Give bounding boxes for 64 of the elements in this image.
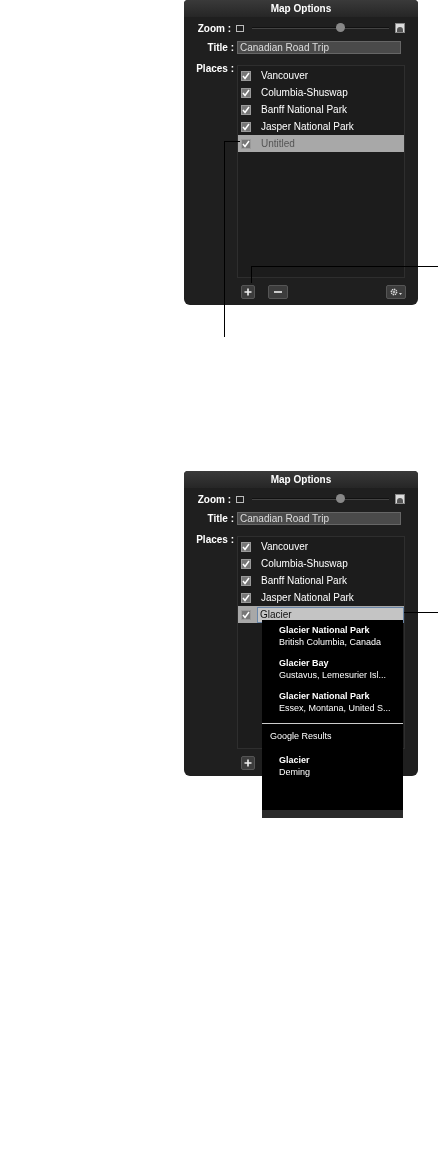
large-map-icon	[395, 494, 405, 504]
title-field[interactable]: Canadian Road Trip	[237, 512, 401, 525]
checkbox[interactable]	[241, 558, 251, 569]
checkbox[interactable]	[241, 592, 251, 603]
zoom-label: Zoom :	[196, 492, 232, 507]
suggestion-subtitle: British Columbia, Canada	[279, 636, 383, 648]
place-name: Jasper National Park	[261, 120, 354, 134]
zoom-label: Zoom :	[196, 21, 232, 36]
checkbox[interactable]	[241, 70, 251, 81]
place-row[interactable]: Columbia-Shuswap	[238, 84, 404, 101]
add-button[interactable]	[241, 285, 255, 299]
settings-button[interactable]	[386, 285, 406, 299]
suggestion-title: Glacier Bay	[279, 657, 330, 669]
slider-thumb[interactable]	[335, 494, 345, 503]
suggestion-subtitle: Essex, Montana, United S...	[279, 702, 392, 714]
place-name: Vancouver	[261, 69, 309, 83]
place-name: Banff National Park	[261, 103, 347, 117]
minus-icon	[274, 291, 282, 293]
place-name: Untitled	[261, 137, 295, 151]
remove-button[interactable]	[268, 285, 288, 299]
add-button[interactable]	[241, 756, 255, 770]
checkbox[interactable]	[241, 575, 251, 586]
suggestion-item[interactable]: Glacier National Park Essex, Montana, United S...	[262, 686, 403, 719]
title-label: Title :	[206, 41, 235, 55]
large-map-icon	[395, 23, 405, 33]
section-heading: Google Results	[269, 730, 333, 743]
suggestion-subtitle: Deming	[279, 765, 311, 778]
plus-icon	[244, 759, 252, 767]
place-row[interactable]: Columbia-Shuswap	[238, 555, 404, 572]
title-label: Title :	[206, 512, 235, 526]
suggestion-title: Glacier	[279, 753, 311, 766]
checkbox[interactable]	[241, 87, 251, 98]
checkbox[interactable]	[241, 609, 251, 620]
place-row[interactable]: Banff National Park	[238, 101, 404, 118]
panel-title: Map Options	[184, 471, 418, 488]
suggestion-item[interactable]: Glacier National Park British Columbia, Canada	[262, 620, 403, 653]
suggestion-item[interactable]: Glacier Deming	[262, 749, 403, 783]
place-row[interactable]: Jasper National Park	[238, 118, 404, 135]
suggestion-subtitle: Gustavus, Lemesurier Isl...	[279, 669, 388, 681]
small-map-icon	[236, 24, 244, 32]
place-name: Jasper National Park	[261, 591, 354, 605]
panel-title: Map Options	[184, 0, 418, 17]
suggestion-title: Glacier National Park	[279, 690, 371, 702]
checkbox[interactable]	[241, 541, 251, 552]
settings-icon	[389, 288, 403, 296]
checkbox[interactable]	[241, 104, 251, 115]
small-map-icon	[236, 495, 244, 503]
checkbox[interactable]	[241, 121, 251, 132]
place-row[interactable]: Vancouver	[238, 67, 404, 84]
place-row[interactable]: Banff National Park	[238, 572, 404, 589]
plus-icon	[244, 288, 252, 296]
place-name: Columbia-Shuswap	[261, 557, 348, 571]
place-row[interactable]: Vancouver	[238, 538, 404, 555]
suggestion-item[interactable]: Glacier Bay Gustavus, Lemesurier Isl...	[262, 653, 403, 686]
places-label: Places :	[195, 62, 235, 76]
places-label: Places :	[195, 533, 235, 547]
place-row[interactable]: Jasper National Park	[238, 589, 404, 606]
slider-thumb[interactable]	[335, 23, 345, 32]
checkbox[interactable]	[241, 138, 251, 149]
place-name: Columbia-Shuswap	[261, 86, 348, 100]
place-name: Vancouver	[261, 540, 309, 554]
title-field[interactable]: Canadian Road Trip	[237, 41, 401, 54]
place-name: Banff National Park	[261, 574, 347, 588]
suggestion-title: Glacier National Park	[279, 624, 371, 636]
